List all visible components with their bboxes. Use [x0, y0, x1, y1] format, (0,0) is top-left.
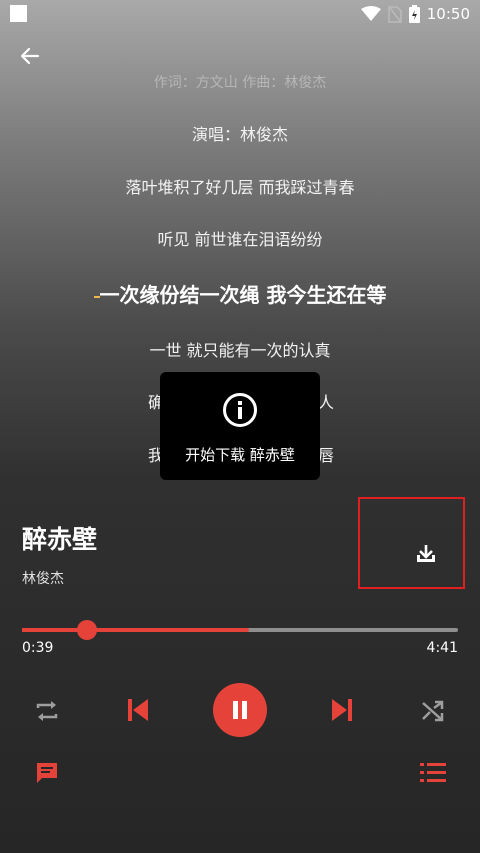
battery-icon [408, 5, 420, 23]
info-icon [223, 393, 257, 427]
lyric-line-active: 一次缘份结一次绳 我今生还在等 [0, 279, 480, 308]
skip-previous-icon [128, 699, 148, 721]
shuffle-button[interactable] [416, 694, 450, 728]
wifi-icon [360, 6, 381, 21]
playlist-button[interactable] [416, 758, 450, 788]
song-artist[interactable]: 林俊杰 [22, 568, 64, 588]
download-button[interactable] [410, 538, 442, 570]
toast-text: 开始下载 醉赤壁 [185, 446, 295, 464]
comments-button[interactable] [32, 758, 62, 788]
lyric-line: 落叶堆积了好几层 而我踩过青春 [125, 178, 355, 197]
status-right: 10:50 [360, 4, 470, 24]
previous-button[interactable] [120, 692, 156, 728]
current-time: 0:39 [22, 640, 54, 656]
skip-next-icon [332, 699, 352, 721]
song-title: 醉赤壁 [22, 525, 98, 554]
repeat-icon [36, 701, 58, 721]
play-pause-button[interactable] [213, 683, 267, 737]
repeat-button[interactable] [30, 694, 64, 728]
notification-icon [10, 5, 27, 22]
seek-thumb[interactable] [77, 620, 98, 640]
comment-icon [37, 763, 57, 783]
pause-icon [233, 701, 247, 719]
lyric-line-faded: 作词：方文山 作曲：林俊杰 [153, 75, 327, 91]
status-bar: 10:50 [0, 0, 480, 28]
no-sim-icon [388, 5, 402, 23]
download-icon [417, 545, 435, 562]
status-time: 10:50 [426, 5, 470, 23]
shuffle-icon [422, 700, 444, 722]
seek-bar[interactable] [22, 620, 458, 640]
lyric-line: 听见 前世谁在泪语纷纷 [157, 230, 323, 249]
download-toast: 开始下载 醉赤壁 [160, 372, 320, 480]
lyric-line: 演唱：林俊杰 [191, 125, 288, 144]
lyric-active-text: 一次缘份结一次绳 我今生还在等 [99, 283, 387, 307]
total-time: 4:41 [426, 640, 458, 656]
playlist-icon [420, 763, 446, 782]
next-button[interactable] [324, 692, 360, 728]
lyric-line: 一世 就只能有一次的认真 [149, 341, 331, 360]
